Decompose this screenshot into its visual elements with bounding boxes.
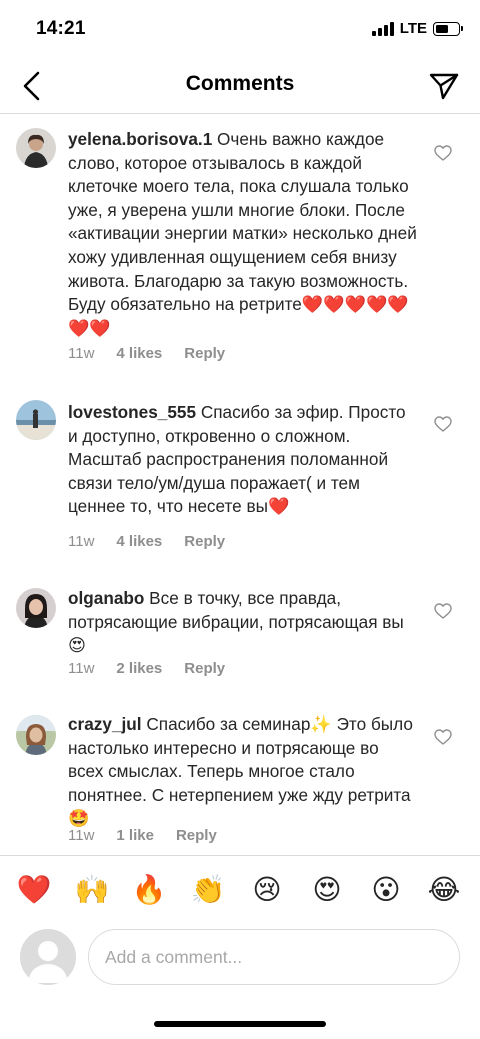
avatar[interactable]	[16, 715, 56, 755]
comment-time: 11w	[68, 533, 95, 550]
heart-outline-icon	[434, 603, 452, 619]
comment-username[interactable]: yelena.borisova.1	[68, 129, 212, 149]
heart-outline-icon	[434, 416, 452, 432]
comment-time: 11w	[68, 345, 95, 362]
reply-button[interactable]: Reply	[184, 345, 225, 362]
comment-likes[interactable]: 2 likes	[116, 660, 162, 677]
avatar[interactable]	[16, 588, 56, 628]
status-bar: 14:21 LTE	[0, 0, 480, 60]
avatar[interactable]	[16, 400, 56, 440]
reply-button[interactable]: Reply	[184, 660, 225, 677]
comment-text: olganabo Все в точку, все правда, потряс…	[68, 587, 418, 658]
like-comment-button[interactable]	[434, 145, 456, 165]
heart-outline-icon	[434, 729, 452, 745]
paper-plane-icon	[429, 73, 459, 100]
avatar[interactable]	[16, 128, 56, 168]
network-type: LTE	[399, 20, 427, 37]
comment-meta: 11w 4 likes Reply	[68, 533, 247, 550]
comment-text: yelena.borisova.1 Очень важно каждое сло…	[68, 128, 418, 340]
comment-meta: 11w 1 like Reply	[68, 827, 239, 844]
surprised-face-emoji[interactable]: 😮	[368, 872, 404, 908]
comment-body: Очень важно каждое слово, которое отзыва…	[68, 129, 417, 338]
comment-meta: 11w 4 likes Reply	[68, 345, 247, 362]
comment-time: 11w	[68, 660, 95, 677]
emoji-quick-bar: ❤️ 🙌 🔥 👏 😢 😍 😮 😂	[0, 855, 480, 923]
my-avatar	[20, 929, 76, 985]
comment-meta: 11w 2 likes Reply	[68, 660, 247, 677]
like-comment-button[interactable]	[434, 416, 456, 436]
crying-face-emoji[interactable]: 😢	[249, 872, 285, 908]
comment-likes[interactable]: 4 likes	[116, 533, 162, 550]
share-button[interactable]	[426, 68, 462, 104]
clapping-hands-emoji[interactable]: 👏	[190, 872, 226, 908]
comment-composer	[0, 925, 480, 991]
comment-likes[interactable]: 1 like	[116, 827, 154, 844]
status-indicators: LTE	[371, 20, 463, 37]
tears-of-joy-emoji[interactable]: 😂	[426, 872, 462, 908]
like-comment-button[interactable]	[434, 603, 456, 623]
comment-text: lovestones_555 Спасибо за эфир. Просто и…	[68, 401, 418, 519]
comment-username[interactable]: crazy_jul	[68, 714, 142, 734]
cellular-signal-icon	[371, 21, 394, 36]
page-title: Comments	[185, 72, 295, 95]
comment-username[interactable]: lovestones_555	[68, 402, 196, 422]
comment-time: 11w	[68, 827, 95, 844]
red-heart-emoji[interactable]: ❤️	[16, 872, 52, 908]
like-comment-button[interactable]	[434, 729, 456, 749]
comment-username[interactable]: olganabo	[68, 588, 144, 608]
heart-outline-icon	[434, 145, 452, 161]
default-profile-icon	[20, 929, 76, 985]
comment-likes[interactable]: 4 likes	[116, 345, 162, 362]
status-time: 14:21	[36, 18, 86, 39]
comment-input[interactable]	[88, 929, 460, 985]
header: Comments	[0, 60, 480, 114]
comment-text: crazy_jul Спасибо за семинар✨ Это было н…	[68, 713, 418, 831]
home-indicator[interactable]	[154, 1021, 326, 1027]
raising-hands-emoji[interactable]: 🙌	[74, 872, 110, 908]
reply-button[interactable]: Reply	[176, 827, 217, 844]
battery-icon	[433, 21, 463, 36]
fire-emoji[interactable]: 🔥	[131, 872, 167, 908]
heart-eyes-emoji[interactable]: 😍	[309, 872, 345, 908]
reply-button[interactable]: Reply	[184, 533, 225, 550]
